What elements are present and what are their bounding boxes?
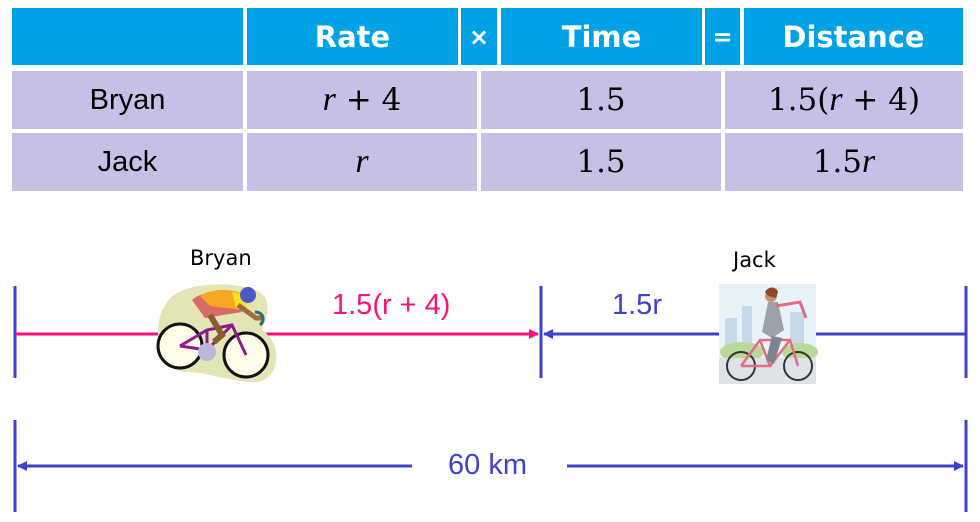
distance-diagram xyxy=(13,284,968,512)
jack-cyclist-icon xyxy=(719,284,818,384)
total-distance-label: 60 km xyxy=(448,449,527,481)
jack-diagram-label: Jack xyxy=(733,248,776,272)
jack-distance-label: 1.5r xyxy=(612,289,662,321)
bryan-cyclist-icon xyxy=(156,284,277,383)
bryan-distance-label: 1.5(r + 4) xyxy=(332,289,451,321)
bryan-diagram-label: Bryan xyxy=(190,246,252,270)
